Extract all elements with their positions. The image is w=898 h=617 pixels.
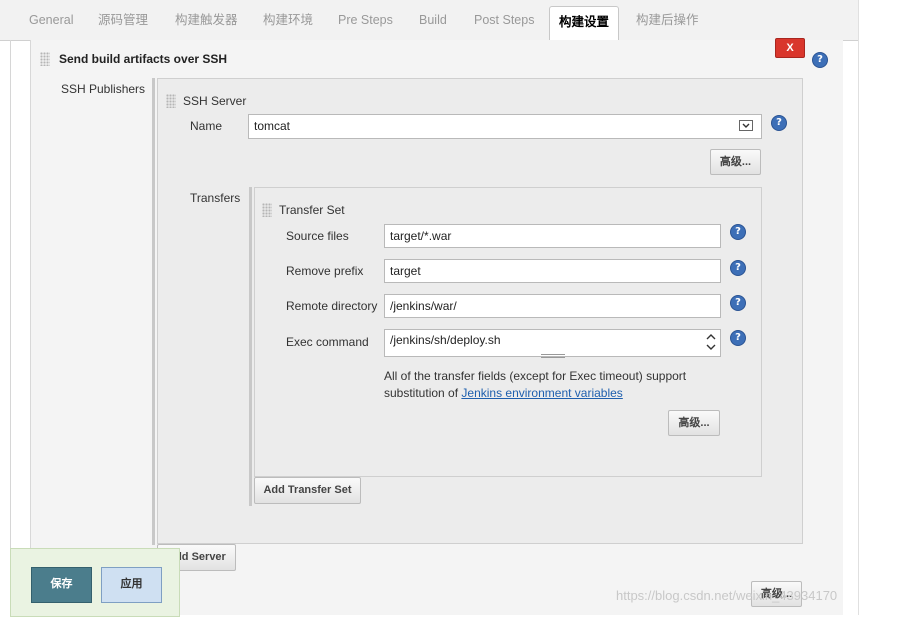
source-files-label: Source files (286, 229, 349, 243)
help-icon[interactable]: ? (731, 261, 745, 275)
server-name-value: tomcat (254, 119, 291, 133)
tab-post-build-actions[interactable]: 构建后操作 (636, 0, 699, 40)
transfer-note-prefix: substitution of (384, 386, 462, 400)
delete-button[interactable]: X (775, 38, 805, 58)
save-button[interactable]: 保存 (31, 567, 92, 603)
scroll-arrows-icon[interactable] (704, 331, 718, 353)
tab-general[interactable]: General (29, 0, 73, 40)
help-icon[interactable]: ? (813, 53, 827, 67)
help-icon[interactable]: ? (731, 331, 745, 345)
name-label: Name (190, 119, 223, 133)
exec-command-textarea[interactable]: /jenkins/sh/deploy.sh (384, 329, 721, 357)
help-icon[interactable]: ? (731, 225, 745, 239)
watermark: https://blog.csdn.net/weixin_43934170 (616, 588, 838, 603)
help-icon[interactable]: ? (731, 296, 745, 310)
transfer-set-title: Transfer Set (279, 203, 345, 217)
tab-build-triggers[interactable]: 构建触发器 (175, 0, 238, 40)
remove-prefix-input[interactable]: target (384, 259, 721, 283)
remote-directory-input[interactable]: /jenkins/war/ (384, 294, 721, 318)
add-transfer-set-button[interactable]: Add Transfer Set (254, 477, 361, 504)
drag-handle-icon[interactable] (40, 52, 50, 66)
ssh-server-title: SSH Server (183, 94, 247, 108)
tab-build-environment[interactable]: 构建环境 (263, 0, 313, 40)
transfer-note-line1: All of the transfer fields (except for E… (384, 369, 687, 383)
tab-build[interactable]: Build (419, 0, 447, 40)
help-icon[interactable]: ? (772, 116, 786, 130)
tab-build-settings[interactable]: 构建设置 (549, 6, 620, 41)
exec-command-label: Exec command (286, 335, 369, 349)
drag-handle-icon[interactable] (262, 203, 272, 217)
right-gutter (858, 0, 898, 615)
panel-bar (249, 187, 252, 506)
tab-source-control[interactable]: 源码管理 (98, 0, 148, 40)
drag-handle-icon[interactable] (166, 94, 176, 108)
transfer-advanced-button[interactable]: 高级... (668, 410, 720, 436)
tab-pre-steps[interactable]: Pre Steps (338, 0, 393, 40)
source-files-input[interactable]: target/*.war (384, 224, 721, 248)
section-title: Send build artifacts over SSH (59, 52, 228, 66)
ssh-publishers-label: SSH Publishers (61, 82, 146, 96)
server-name-select[interactable]: tomcat (248, 114, 762, 139)
resize-grip-icon[interactable] (541, 354, 565, 358)
tab-post-steps[interactable]: Post Steps (474, 0, 534, 40)
exec-command-value: /jenkins/sh/deploy.sh (390, 333, 501, 347)
chevron-down-icon[interactable] (739, 120, 753, 131)
env-variables-link[interactable]: Jenkins environment variables (461, 386, 622, 400)
remove-prefix-label: Remove prefix (286, 264, 364, 278)
server-advanced-button[interactable]: 高级... (710, 149, 761, 175)
transfers-label: Transfers (190, 191, 241, 205)
transfer-note-line2: substitution of Jenkins environment vari… (384, 386, 623, 400)
panel-bar (152, 78, 155, 545)
apply-button[interactable]: 应用 (101, 567, 162, 603)
remote-directory-label: Remote directory (286, 299, 378, 313)
divider (10, 40, 11, 615)
